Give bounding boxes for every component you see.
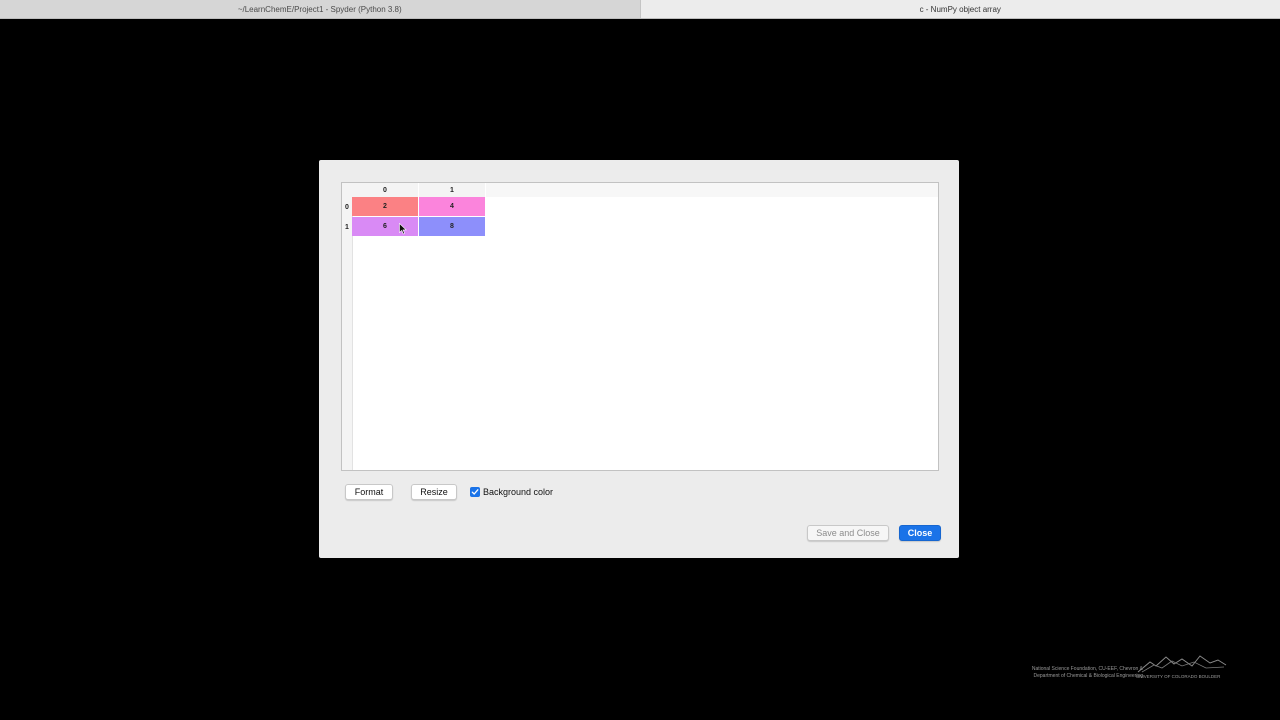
mouse-pointer-icon xyxy=(399,223,407,235)
column-header-0[interactable]: 0 xyxy=(352,183,418,197)
column-header-filler xyxy=(486,183,938,197)
window-tab-bar: ~/LearnChemE/Project1 - Spyder (Python 3… xyxy=(0,0,1280,19)
sponsor-line-1: National Science Foundation, CU-EEF, Che… xyxy=(1031,666,1143,672)
tab-spyder-label: ~/LearnChemE/Project1 - Spyder (Python 3… xyxy=(237,4,402,14)
table-cell[interactable]: 4 xyxy=(419,197,485,216)
row-header-1[interactable]: 1 xyxy=(342,217,352,237)
checkmark-icon xyxy=(471,489,479,495)
array-editor-dialog: 0 1 0 1 2 4 6 8 Format Resize Background… xyxy=(319,160,959,558)
array-table[interactable]: 0 1 0 1 2 4 6 8 xyxy=(341,182,939,471)
resize-button[interactable]: Resize xyxy=(411,484,457,500)
tab-numpy-array[interactable]: c - NumPy object array xyxy=(640,0,1280,18)
university-name: UNIVERSITY OF COLORADO BOULDER xyxy=(1136,674,1221,679)
close-button[interactable]: Close xyxy=(899,525,941,541)
sponsor-line-2: Department of Chemical & Biological Engi… xyxy=(1033,673,1143,679)
sponsor-credits: National Science Foundation, CU-EEF, Che… xyxy=(998,666,1143,680)
tab-numpy-array-label: c - NumPy object array xyxy=(919,4,1001,14)
table-cell[interactable]: 8 xyxy=(419,217,485,236)
tab-spyder[interactable]: ~/LearnChemE/Project1 - Spyder (Python 3… xyxy=(0,0,641,18)
background-color-label: Background color xyxy=(483,487,554,497)
mountain-logo-icon xyxy=(1137,655,1227,673)
row-header-0[interactable]: 0 xyxy=(342,197,352,217)
background-color-toggle[interactable]: Background color xyxy=(470,487,553,497)
table-cell[interactable]: 6 xyxy=(352,217,418,236)
save-and-close-button[interactable]: Save and Close xyxy=(807,525,889,541)
sponsor-footer: National Science Foundation, CU-EEF, Che… xyxy=(998,654,1230,684)
format-button[interactable]: Format xyxy=(345,484,393,500)
column-header-1[interactable]: 1 xyxy=(419,183,485,197)
table-cell[interactable]: 2 xyxy=(352,197,418,216)
background-color-checkbox[interactable] xyxy=(470,487,480,497)
